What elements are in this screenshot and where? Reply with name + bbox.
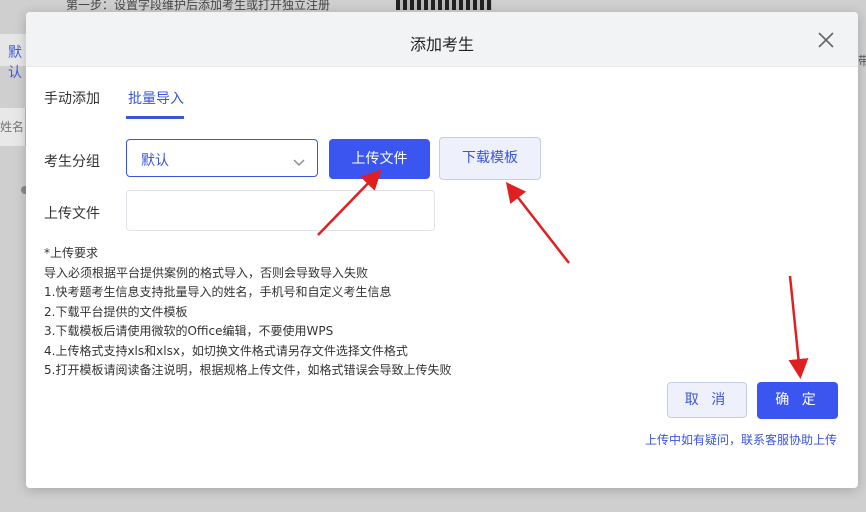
requirement-line: 4.上传格式支持xls和xlsx，如切换文件格式请另存文件选择文件格式 [44,343,408,358]
requirement-line: 导入必须根据平台提供案例的格式导入，否则会导致导入失败 [44,265,369,280]
background-left-tab: 默认 [0,34,26,81]
group-label: 考生分组 [44,154,100,170]
group-select[interactable]: 默认 [126,139,318,177]
download-template-button[interactable]: 下载模板 [439,137,541,180]
background-right-char: 带 [858,54,866,68]
upload-requirements: *上传要求 导入必须根据平台提供案例的格式导入，否则会导致导入失败 1.快考题考… [44,244,451,381]
requirement-line: 3.下载模板后请使用微软的Office编辑，不要使用WPS [44,324,334,338]
add-candidate-dialog: 添加考生 手动添加 批量导入 考生分组 默认 上传文件 下载模板 上传文件 *上… [26,12,858,488]
active-tab-indicator [126,116,184,119]
upload-file-button[interactable]: 上传文件 [329,139,430,179]
requirement-line: 5.打开模板请阅读备注说明，根据规格上传文件，如格式错误会导致上传失败 [44,363,452,377]
requirement-line: 2.下载平台提供的文件模板 [44,304,188,319]
background-left-field: 姓名 [0,108,26,146]
dialog-title: 添加考生 [409,35,474,54]
support-help-link[interactable]: 上传中如有疑问，联系客服协助上传 [645,431,837,448]
close-icon[interactable] [816,30,836,50]
file-label: 上传文件 [44,206,100,222]
uploaded-file-field[interactable] [126,190,435,231]
confirm-button[interactable]: 确 定 [757,382,838,419]
requirement-line: *上传要求 [44,246,99,260]
dialog-header: 添加考生 [26,12,858,67]
requirement-line: 1.快考题考生信息支持批量导入的姓名，手机号和自定义考生信息 [44,285,392,299]
chevron-down-icon [293,153,305,172]
background-qr-code [396,0,492,10]
group-select-value: 默认 [141,153,169,169]
tab-manual-add[interactable]: 手动添加 [44,88,100,108]
background-left-field-label: 姓名 [0,120,25,134]
cancel-button[interactable]: 取 消 [667,382,747,418]
background-left-tab-label: 默认 [8,45,22,81]
tab-batch-import[interactable]: 批量导入 [128,88,184,108]
